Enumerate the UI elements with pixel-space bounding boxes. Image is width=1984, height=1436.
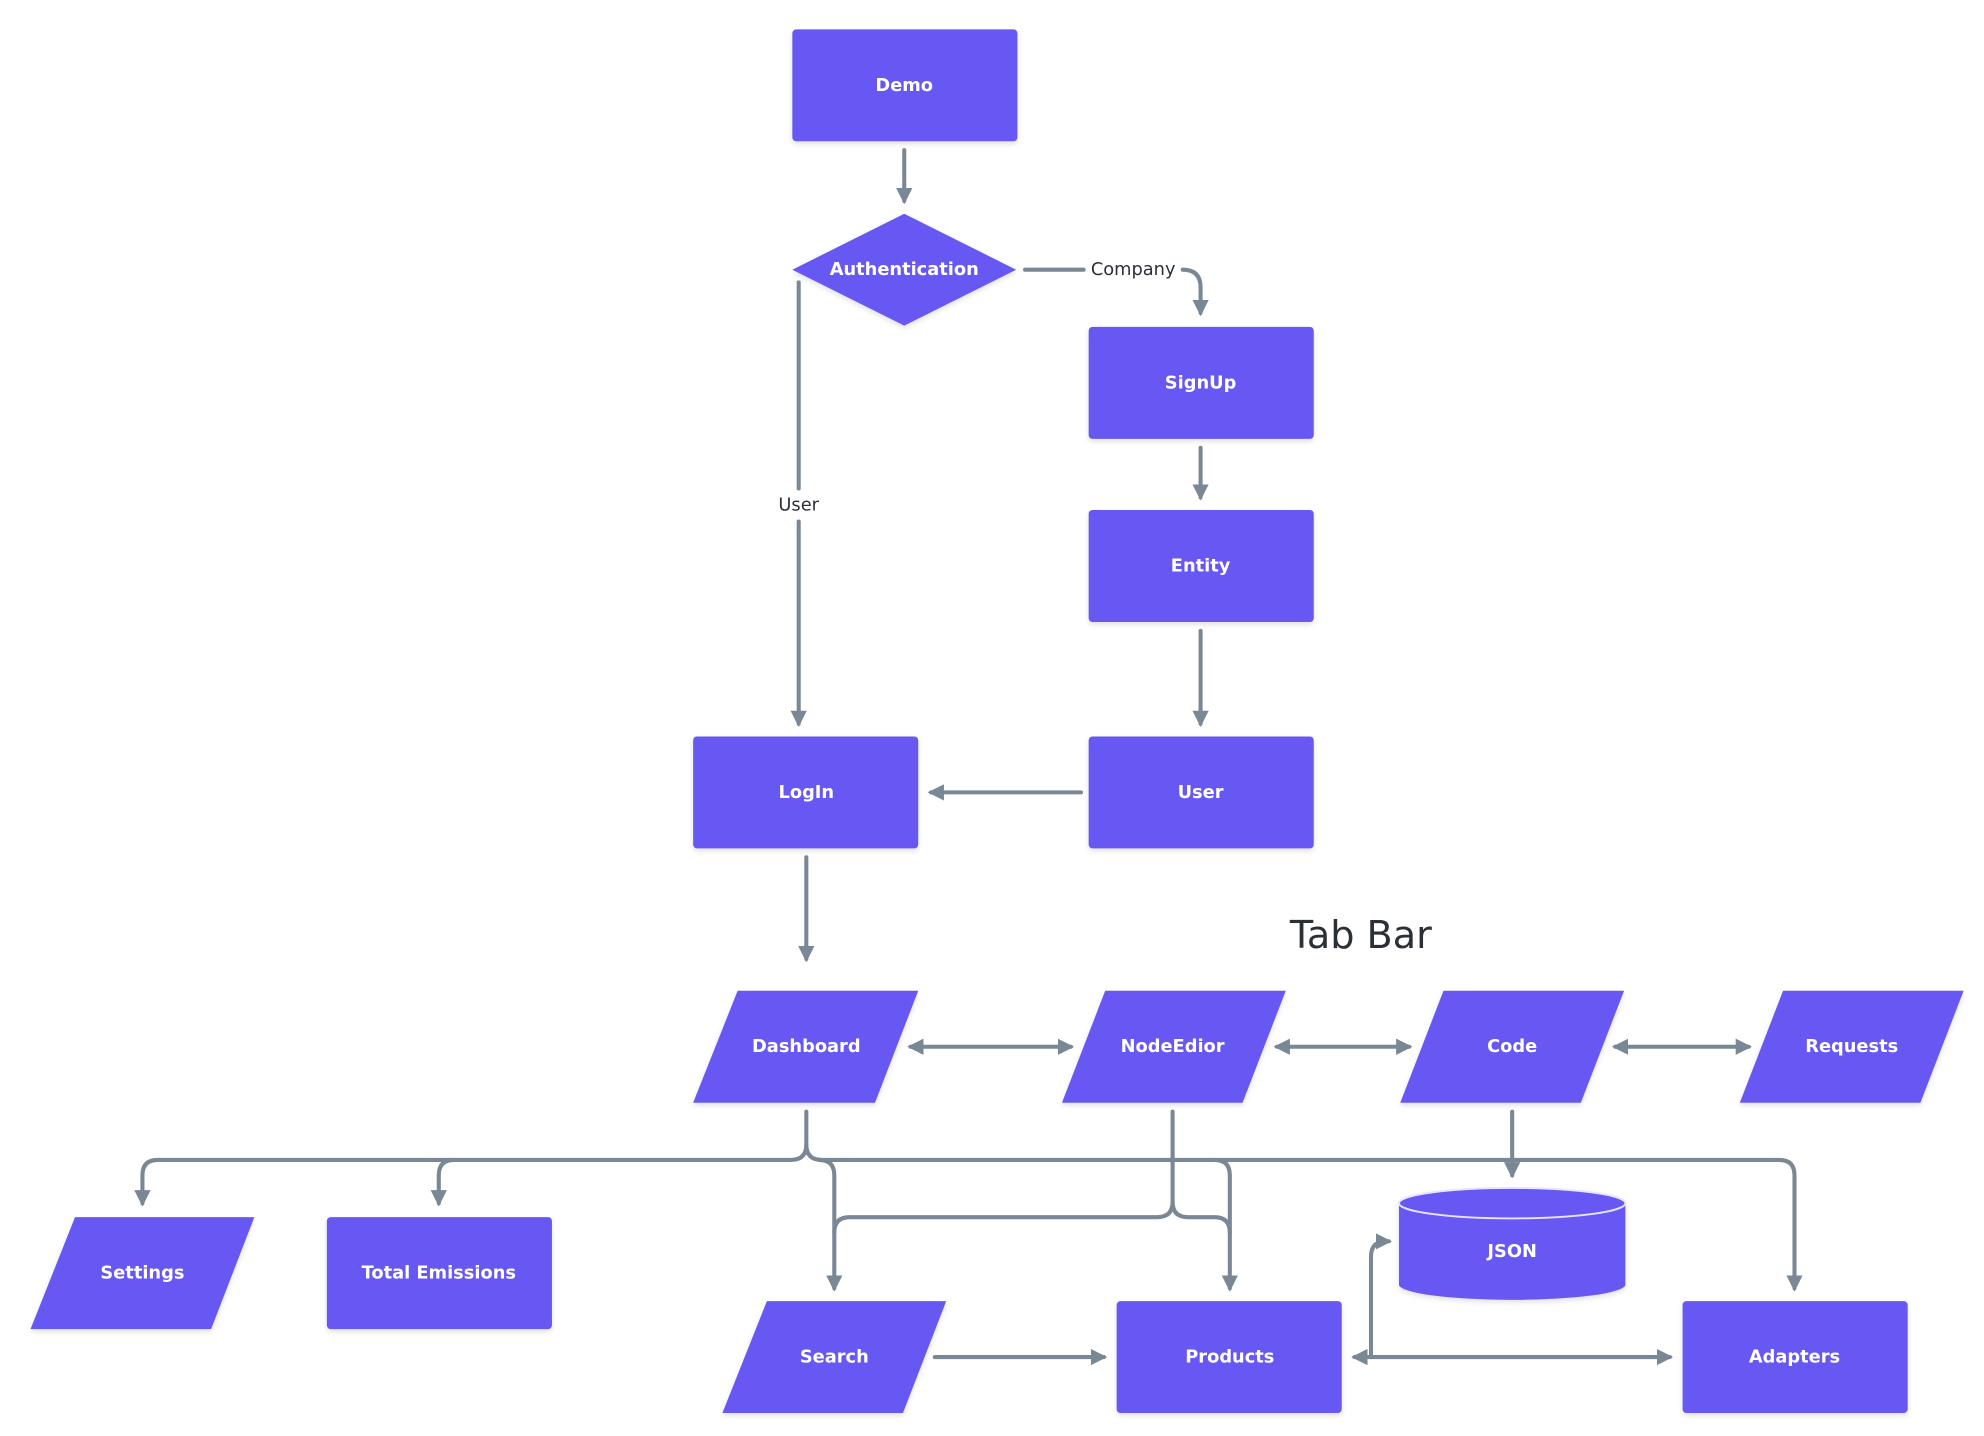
node-login[interactable]: LogIn [693,736,919,849]
node-total-emissions[interactable]: Total Emissions [326,1217,552,1330]
edge-dashboard-bus [134,1109,809,1207]
node-demo[interactable]: Demo [792,29,1018,142]
node-adapters[interactable]: Adapters [1682,1301,1908,1414]
node-json[interactable]: JSON [1398,1186,1627,1300]
node-user-label: User [1178,782,1224,803]
node-search-label: Search [800,1347,869,1368]
node-authentication-label: Authentication [830,259,979,280]
edge-dashboard-search [817,1157,843,1292]
node-signup-label: SignUp [1165,372,1237,393]
node-json-label: JSON [1486,1241,1536,1262]
edge-nodeeditor-search [832,1109,1175,1235]
node-signup[interactable]: SignUp [1088,326,1314,439]
node-code-label: Code [1487,1036,1537,1057]
node-adapters-label: Adapters [1749,1347,1840,1368]
node-authentication[interactable]: Authentication [792,213,1017,326]
node-user[interactable]: User [1088,736,1314,849]
node-total-emissions-label: Total Emissions [362,1263,516,1284]
node-dashboard-label: Dashboard [752,1036,861,1057]
node-login-label: LogIn [779,782,835,803]
node-entity[interactable]: Entity [1088,510,1314,622]
node-code[interactable]: Code [1400,990,1625,1103]
edge-label-user: User [778,494,819,515]
edge-label-company: Company [1091,259,1176,280]
edge-auth-company-b [1180,267,1209,317]
node-dashboard[interactable]: Dashboard [693,990,919,1103]
node-settings-label: Settings [100,1263,184,1284]
node-settings[interactable]: Settings [30,1217,255,1330]
node-nodeeditor[interactable]: NodeEdior [1061,990,1286,1103]
node-products[interactable]: Products [1116,1301,1342,1414]
node-requests-label: Requests [1805,1036,1898,1057]
edges [134,148,1803,1366]
node-requests[interactable]: Requests [1739,990,1964,1103]
node-products-label: Products [1185,1347,1274,1368]
edge-products-json [1368,1233,1393,1360]
node-search[interactable]: Search [722,1301,947,1414]
node-demo-label: Demo [875,75,933,96]
flowchart: Company User Tab Bar Demo Authentication… [30,29,1964,1414]
edge-dashboard-total-emissions [430,1157,457,1207]
node-nodeeditor-label: NodeEdior [1121,1036,1225,1057]
node-entity-label: Entity [1171,556,1231,577]
edge-nodeeditor-products [1170,1199,1232,1235]
tab-bar-title: Tab Bar [1289,913,1432,957]
